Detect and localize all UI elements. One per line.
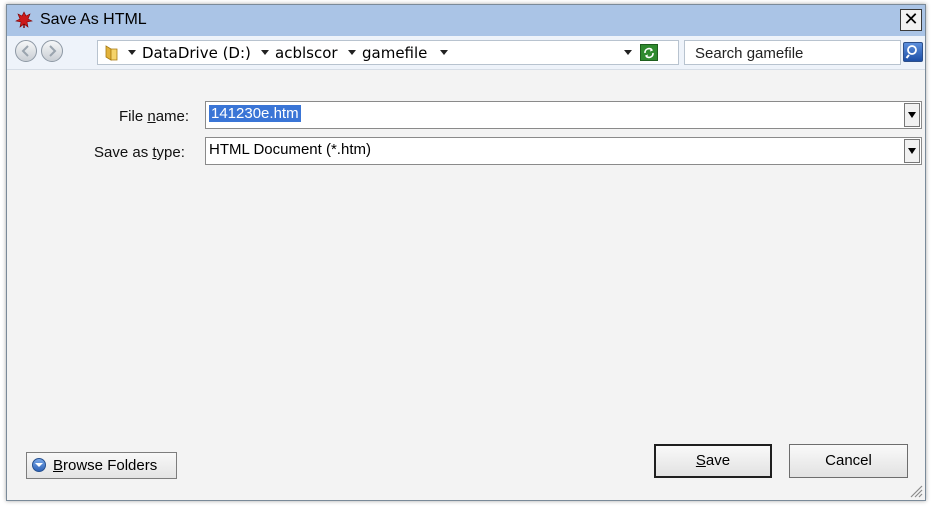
breadcrumb-acblscor[interactable]: acblscor xyxy=(275,44,338,62)
browse-folders-button[interactable]: Browse Folders xyxy=(26,452,177,479)
save-type-select[interactable]: HTML Document (*.htm) xyxy=(205,137,922,165)
back-button[interactable] xyxy=(15,40,37,62)
save-as-dialog: Save As HTML ✕ DataDrive (D:) acblscor g… xyxy=(6,4,926,501)
forward-arrow-icon xyxy=(49,45,57,57)
red-leaf-icon xyxy=(15,11,33,28)
navigation-toolbar: DataDrive (D:) acblscor gamefile Search … xyxy=(7,36,925,70)
search-placeholder: Search gamefile xyxy=(695,45,804,62)
save-type-value: HTML Document (*.htm) xyxy=(209,141,371,158)
breadcrumb-separator-icon[interactable] xyxy=(440,50,448,55)
filename-input[interactable]: 141230e.htm xyxy=(205,101,922,129)
dialog-title: Save As HTML xyxy=(40,11,147,28)
save-type-label: Save as type: xyxy=(94,144,185,161)
breadcrumb-datadrive[interactable]: DataDrive (D:) xyxy=(142,44,251,62)
title-bar[interactable]: Save As HTML ✕ xyxy=(7,5,925,37)
address-bar[interactable]: DataDrive (D:) acblscor gamefile xyxy=(97,40,679,65)
save-button[interactable]: Save xyxy=(654,444,772,478)
forward-button[interactable] xyxy=(41,40,63,62)
save-button-label: Save xyxy=(695,452,731,469)
breadcrumb-separator-icon[interactable] xyxy=(128,50,136,55)
resize-grip-icon[interactable] xyxy=(909,484,923,498)
refresh-button[interactable] xyxy=(640,44,658,61)
search-button[interactable] xyxy=(903,42,923,62)
folder-icon xyxy=(105,45,118,61)
breadcrumb-separator-icon[interactable] xyxy=(348,50,356,55)
search-input[interactable]: Search gamefile xyxy=(684,40,901,65)
close-button[interactable]: ✕ xyxy=(900,9,922,31)
save-type-dropdown-button[interactable] xyxy=(904,139,920,163)
filename-dropdown-button[interactable] xyxy=(904,103,920,127)
refresh-icon xyxy=(644,47,654,59)
back-arrow-icon xyxy=(21,45,29,57)
expand-chevron-icon xyxy=(32,458,46,472)
breadcrumb-gamefile[interactable]: gamefile xyxy=(362,44,427,62)
search-icon xyxy=(905,45,917,59)
cancel-button[interactable]: Cancel xyxy=(789,444,908,478)
address-history-dropdown-icon[interactable] xyxy=(624,50,632,55)
close-icon: ✕ xyxy=(903,9,919,30)
browse-folders-label: Browse Folders xyxy=(53,457,158,474)
cancel-button-label: Cancel xyxy=(825,452,872,469)
breadcrumb-separator-icon[interactable] xyxy=(261,50,269,55)
filename-value[interactable]: 141230e.htm xyxy=(209,105,301,122)
filename-label: File name: xyxy=(119,108,190,125)
